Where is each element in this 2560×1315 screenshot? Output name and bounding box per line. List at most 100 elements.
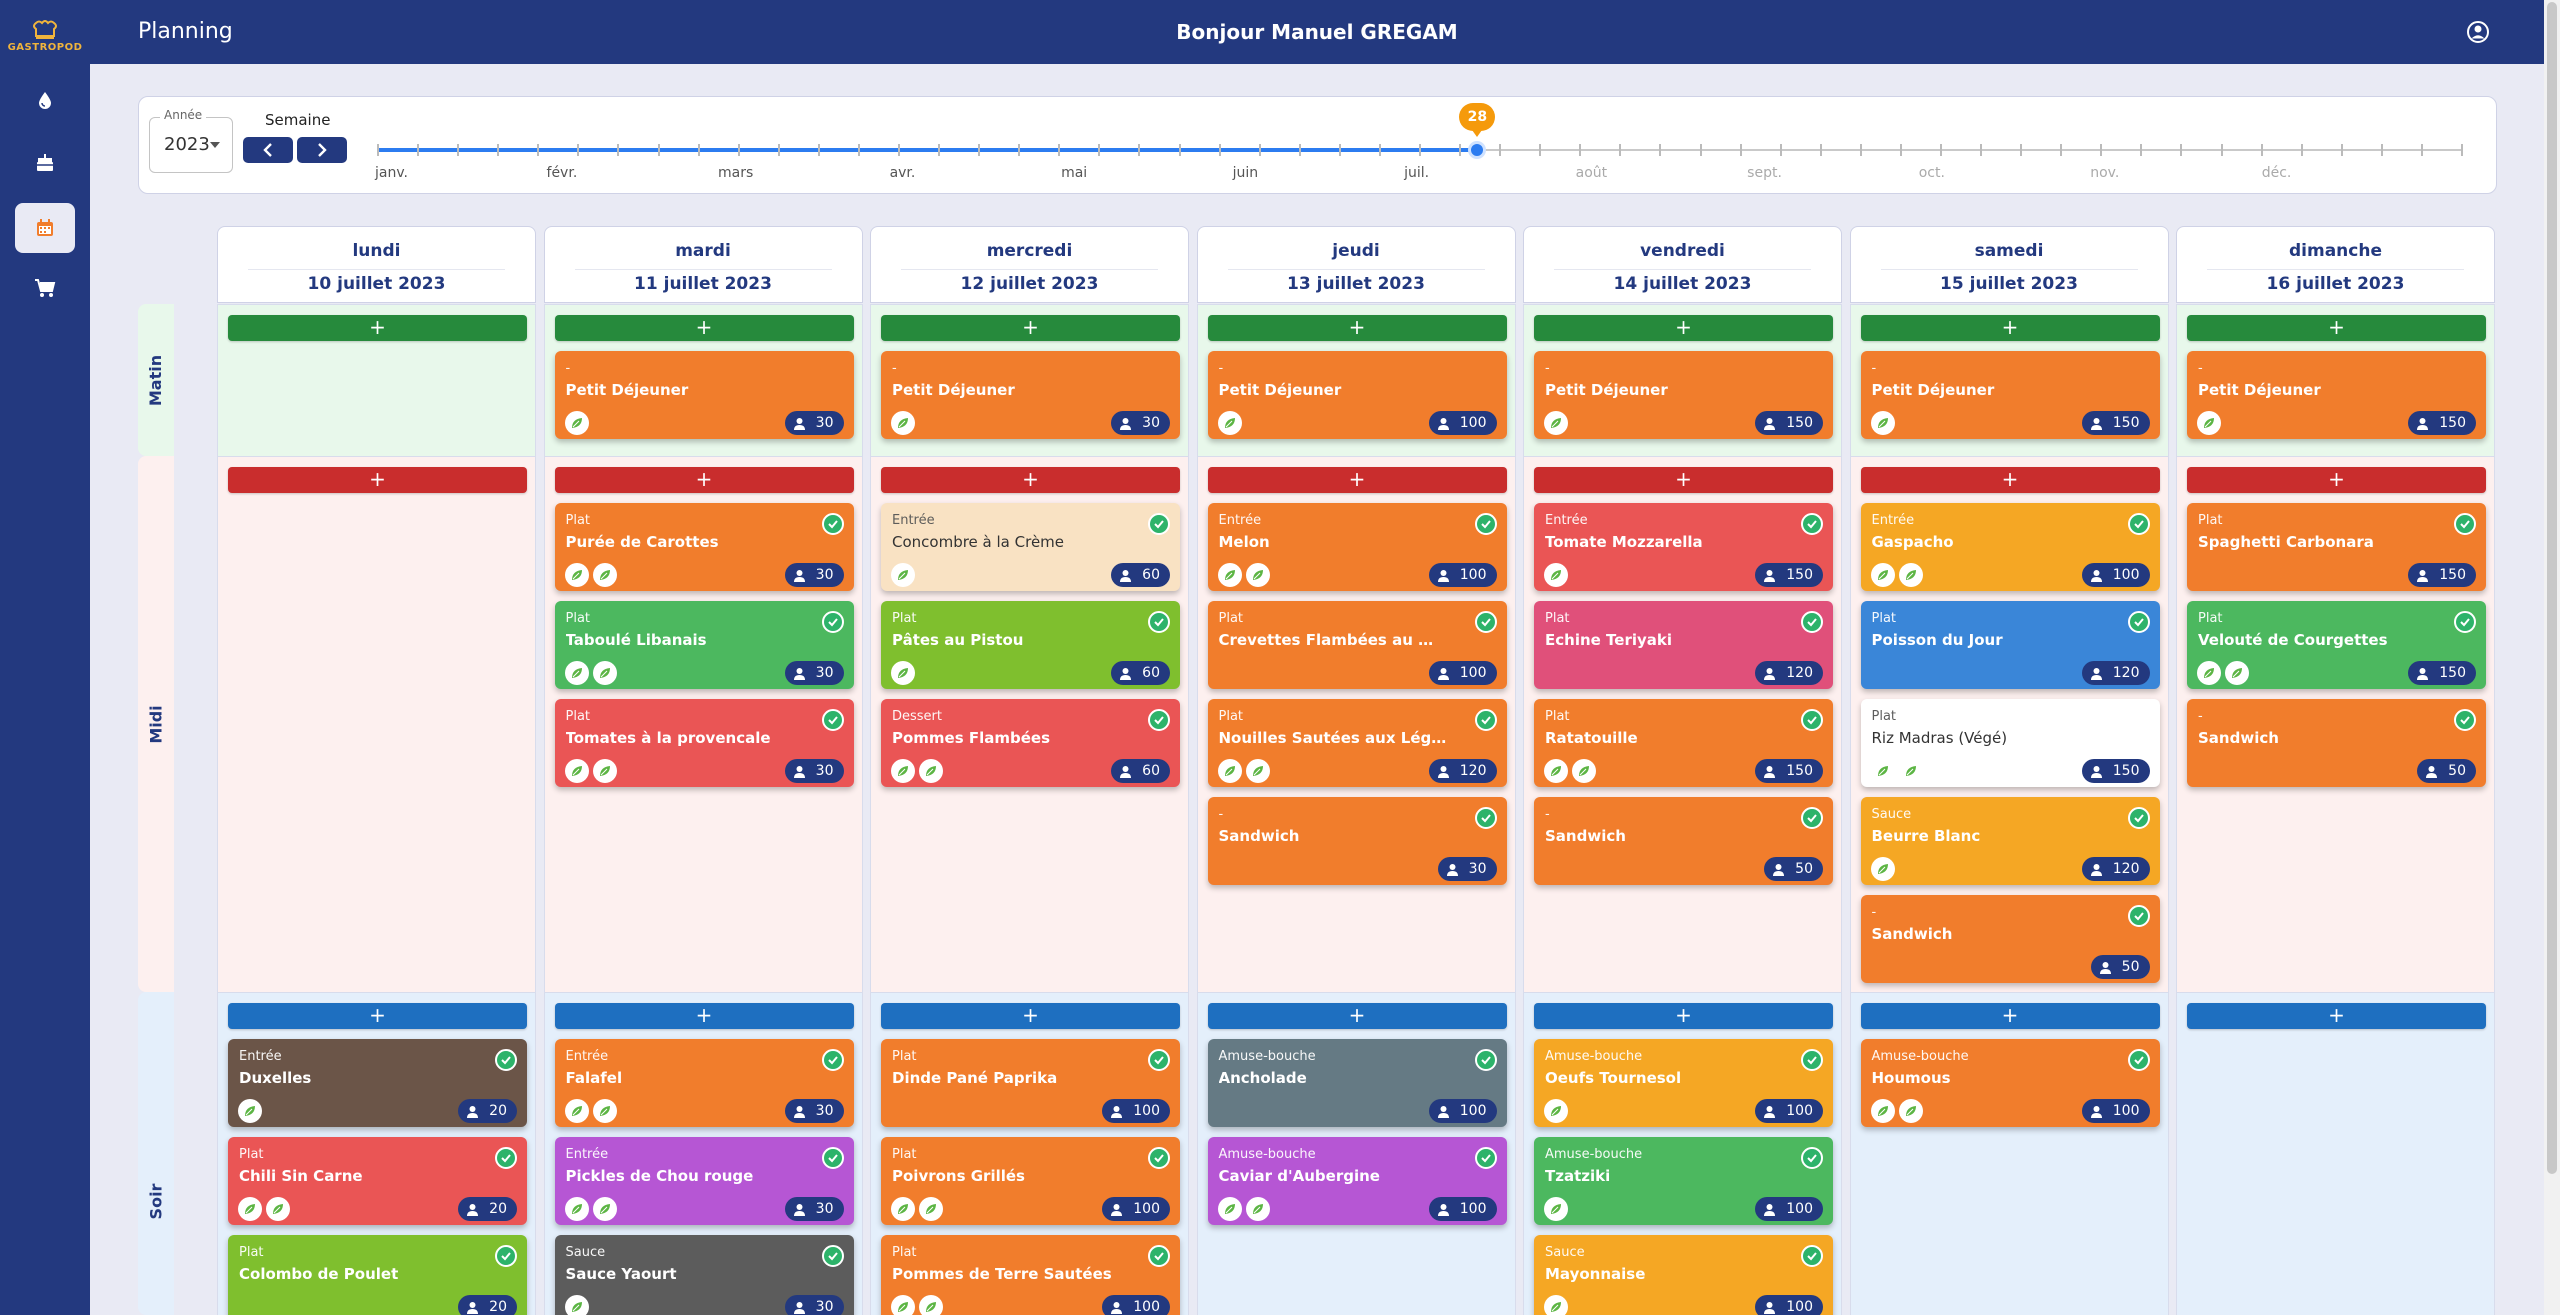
meal-card[interactable]: Plat Tomates à la provencale 30 <box>554 699 854 787</box>
account-button[interactable] <box>2466 20 2490 44</box>
meal-card[interactable]: Plat Crevettes Flambées au Whisky 100 <box>1207 601 1507 689</box>
meal-card[interactable]: Plat Ratatouille 150 <box>1534 699 1833 787</box>
scrollbar-thumb[interactable] <box>2547 2 2557 1174</box>
meal-card[interactable]: - Petit Déjeuner 30 <box>554 351 854 439</box>
meal-name: Pommes Flambées <box>892 729 1051 747</box>
validated-check <box>2127 513 2150 535</box>
meal-card[interactable]: Plat Echine Teriyaki 120 <box>1534 601 1833 689</box>
validated-check <box>821 1147 844 1169</box>
meal-card[interactable]: Sauce Beurre Blanc 120 <box>1860 797 2160 885</box>
meal-card[interactable]: Entrée Tomate Mozzarella 150 <box>1534 503 1833 591</box>
nav-shopping-button[interactable] <box>15 263 75 313</box>
add-meal-button[interactable]: + <box>554 467 854 493</box>
meal-card[interactable]: Plat Pommes de Terre Sautées 100 <box>881 1235 1180 1315</box>
add-meal-button[interactable]: + <box>228 1003 527 1029</box>
person-icon <box>467 1105 479 1118</box>
add-meal-button[interactable]: + <box>2187 1003 2486 1029</box>
meal-card[interactable]: Plat Pâtes au Pistou 60 <box>881 601 1180 689</box>
week-tick <box>377 144 379 156</box>
meal-card[interactable]: - Petit Déjeuner 150 <box>1534 351 1833 439</box>
meal-card[interactable]: Amuse-bouche Houmous 100 <box>1860 1039 2160 1127</box>
meal-card[interactable]: Plat Dinde Pané Paprika 100 <box>881 1039 1180 1127</box>
add-meal-button[interactable]: + <box>881 467 1180 493</box>
meal-card[interactable]: Plat Poivrons Grillés 100 <box>881 1137 1180 1225</box>
meal-card[interactable]: - Petit Déjeuner 150 <box>2187 351 2486 439</box>
nav-water-button[interactable] <box>15 75 75 125</box>
meal-card[interactable]: - Sandwich 50 <box>1534 797 1833 885</box>
add-meal-button[interactable]: + <box>1860 315 2160 341</box>
add-meal-button[interactable]: + <box>228 467 527 493</box>
add-meal-button[interactable]: + <box>881 315 1180 341</box>
meal-card[interactable]: - Sandwich 50 <box>1860 895 2160 983</box>
meal-card[interactable]: Entrée Falafel 30 <box>554 1039 854 1127</box>
meal-card[interactable]: Plat Poisson du Jour 120 <box>1860 601 2160 689</box>
meal-card[interactable]: Entrée Gaspacho 100 <box>1860 503 2160 591</box>
meal-card[interactable]: - Petit Déjeuner 150 <box>1860 351 2160 439</box>
add-meal-button[interactable]: + <box>1534 467 1833 493</box>
meal-card[interactable]: - Sandwich 50 <box>2187 699 2486 787</box>
guest-count-value: 120 <box>2112 861 2140 877</box>
year-select[interactable]: Année 2023 <box>149 108 233 173</box>
add-meal-button[interactable]: + <box>554 315 854 341</box>
add-meal-button[interactable]: + <box>228 315 527 341</box>
meal-card[interactable]: Plat Nouilles Sautées aux Légumes 120 <box>1207 699 1507 787</box>
meal-card[interactable]: Plat Colombo de Poulet 20 <box>228 1235 527 1315</box>
meal-card[interactable]: Amuse-bouche Tzatziki 100 <box>1534 1137 1833 1225</box>
meal-card[interactable]: Plat Purée de Carottes 30 <box>554 503 854 591</box>
add-meal-button[interactable]: + <box>1534 1003 1833 1029</box>
diet-badges <box>1217 1197 1270 1221</box>
add-meal-button[interactable]: + <box>2187 467 2486 493</box>
guest-count-value: 150 <box>2439 415 2466 431</box>
add-meal-button[interactable]: + <box>881 1003 1180 1029</box>
meal-card[interactable]: Entrée Melon 100 <box>1207 503 1507 591</box>
previous-week-button[interactable] <box>243 137 293 163</box>
add-meal-button[interactable]: + <box>1207 467 1507 493</box>
app-logo[interactable]: GASTROPOD <box>0 20 90 53</box>
meal-card[interactable]: Sauce Sauce Yaourt 30 <box>554 1235 854 1315</box>
person-icon <box>1120 765 1132 778</box>
meal-card[interactable]: Entrée Duxelles 20 <box>228 1039 527 1127</box>
meal-card[interactable]: - Sandwich 30 <box>1207 797 1507 885</box>
vegetarian-badge <box>1870 857 1895 881</box>
add-meal-button[interactable]: + <box>1534 315 1833 341</box>
vegetarian-badge <box>891 563 915 587</box>
meal-category: Plat <box>1218 709 1244 724</box>
meal-name: Pickles de Chou rouge <box>565 1167 754 1185</box>
add-meal-button[interactable]: + <box>1207 315 1507 341</box>
meal-card[interactable]: Amuse-bouche Oeufs Tournesol 100 <box>1534 1039 1833 1127</box>
meal-card[interactable]: Entrée Pickles de Chou rouge 30 <box>554 1137 854 1225</box>
meal-card[interactable]: Plat Chili Sin Carne 20 <box>228 1137 527 1225</box>
vegetarian-badge <box>564 1295 589 1315</box>
meal-card[interactable]: Plat Velouté de Courgettes 150 <box>2187 601 2486 689</box>
guest-count: 100 <box>1755 1197 1823 1221</box>
page-scrollbar[interactable] <box>2544 0 2560 1315</box>
meal-card[interactable]: Dessert Pommes Flambées 60 <box>881 699 1180 787</box>
week-tick <box>1739 144 1742 156</box>
add-meal-button[interactable]: + <box>1860 467 2160 493</box>
meal-card[interactable]: Sauce Mayonnaise 100 <box>1534 1235 1833 1315</box>
day-name: mardi <box>675 241 731 261</box>
week-slider[interactable]: janv. févr. mars avr. mai juin juil. août sept. o… <box>375 103 2463 181</box>
add-meal-button[interactable]: + <box>554 1003 854 1029</box>
week-tick <box>657 144 660 156</box>
nav-dishes-button[interactable] <box>15 138 75 188</box>
nav-planning-button[interactable] <box>15 203 75 253</box>
meal-card[interactable]: Plat Spaghetti Carbonara 150 <box>2187 503 2486 591</box>
guest-count: 120 <box>2081 857 2150 881</box>
add-meal-button[interactable]: + <box>2187 315 2486 341</box>
meal-card[interactable]: Amuse-bouche Caviar d'Aubergine 100 <box>1207 1137 1507 1225</box>
validated-check <box>1801 807 1823 829</box>
greeting: Bonjour Manuel GREGAM <box>1176 20 1458 44</box>
meal-card[interactable]: Entrée Concombre à la Crème 60 <box>881 503 1180 591</box>
meal-card[interactable]: Plat Riz Madras (Végé) 150 <box>1860 699 2160 787</box>
meal-card[interactable]: - Petit Déjeuner 30 <box>881 351 1180 439</box>
add-meal-button[interactable]: + <box>1860 1003 2160 1029</box>
add-meal-button[interactable]: + <box>1207 1003 1507 1029</box>
meal-card[interactable]: Plat Taboulé Libanais 30 <box>554 601 854 689</box>
meal-card[interactable]: - Petit Déjeuner 100 <box>1207 351 1507 439</box>
meal-card[interactable]: Amuse-bouche Ancholade 100 <box>1207 1039 1507 1127</box>
week-slider-thumb[interactable] <box>1468 141 1487 159</box>
meal-category: - <box>1871 905 1877 920</box>
guest-count-value: 30 <box>815 1201 834 1217</box>
next-week-button[interactable] <box>297 137 347 163</box>
